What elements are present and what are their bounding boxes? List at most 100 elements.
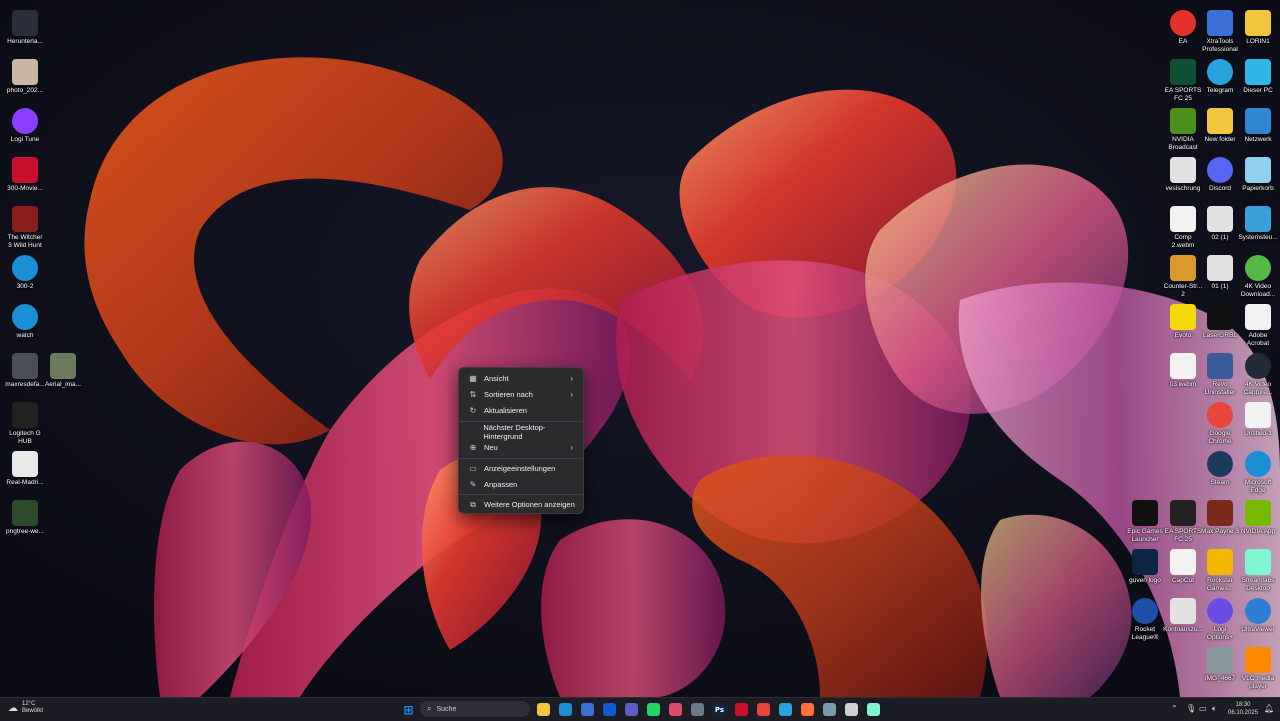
desktop-icon[interactable]: Evoto [1163, 304, 1203, 340]
teams-icon[interactable] [625, 703, 638, 716]
desktop-icon[interactable]: 03.webm [1163, 353, 1203, 389]
desktop-icon[interactable]: Logi Tune [5, 108, 45, 144]
adobe-icon[interactable] [735, 703, 748, 716]
desktop-icon[interactable]: NVIDIA Broadcast [1163, 108, 1203, 151]
desktop-icon[interactable]: photo_202... [5, 59, 45, 95]
desktop-icon[interactable]: New folder [1200, 108, 1240, 144]
desktop-icon[interactable]: NVIDIA App [1238, 500, 1278, 536]
desktop-icon[interactable]: Max Payne 3 [1200, 500, 1240, 536]
microphone-icon[interactable]: 🎙︎ [1186, 704, 1196, 713]
desktop-icon[interactable]: CapCut [1163, 549, 1203, 585]
desktop-icon-label: Kontoauszu... [1163, 626, 1203, 633]
desktop-icon[interactable]: Dieser PC [1238, 59, 1278, 95]
desktop-icon-label: Microsoft Edge [1244, 479, 1272, 494]
desktop-icon[interactable]: 300-Movie... [5, 157, 45, 193]
weather-widget[interactable]: ☁ 12°C Bewölkt [8, 701, 43, 715]
desktop-icon[interactable]: Netzwerk [1238, 108, 1278, 144]
image-thumbnail-icon [12, 451, 38, 477]
desktop-icon[interactable]: Rockstar Games... [1200, 549, 1240, 592]
file-explorer-icon[interactable] [537, 703, 550, 716]
desktop-icon[interactable]: 4K Video Capture... [1238, 353, 1278, 396]
desktop-icon[interactable]: Aerial_ima... [43, 353, 83, 389]
file-icon [1245, 402, 1271, 428]
photoshop-icon[interactable]: Ps [713, 703, 726, 716]
context-menu-item[interactable]: Nächster Desktop-Hintergrund [463, 423, 579, 441]
desktop-icon[interactable]: Herunterla... [5, 10, 45, 46]
photos-icon[interactable] [691, 703, 704, 716]
chrome-icon[interactable] [757, 703, 770, 716]
ai-app-icon[interactable] [823, 703, 836, 716]
desktop-icon[interactable]: 02 (1) [1200, 206, 1240, 242]
context-menu-item[interactable]: ⇅ Sortieren nach › [463, 387, 579, 402]
desktop-icon-label: Rockstar Games... [1206, 577, 1234, 592]
app-icon[interactable] [669, 703, 682, 716]
taskbar-search-box[interactable]: ⌕ Suche [420, 701, 530, 717]
context-menu-item[interactable]: ↻ Aktualisieren [463, 403, 579, 418]
desktop-icon[interactable]: LORIN1 [1238, 10, 1278, 46]
desktop-icon[interactable]: Papierkorb [1238, 157, 1278, 193]
desktop-icon[interactable]: Untitled-1 [1238, 402, 1278, 438]
context-menu-item[interactable]: ⊕ Neu › [463, 440, 579, 455]
store-icon[interactable] [581, 703, 594, 716]
context-menu-item[interactable]: ⧉ Weitere Optionen anzeigen [463, 497, 579, 512]
desktop-icon[interactable]: Telegram [1200, 59, 1240, 95]
desktop-icon[interactable]: Steam [1200, 451, 1240, 487]
lasergrbl-icon [1207, 304, 1233, 330]
clock[interactable]: 18:30 06.10.2025 [1228, 701, 1258, 717]
whatsapp-icon[interactable] [647, 703, 660, 716]
desktop-icon[interactable]: Streamlabs Desktop [1238, 549, 1278, 592]
ea-icon [1170, 10, 1196, 36]
desktop-icon[interactable]: Adobe Acrobat [1238, 304, 1278, 347]
counter-strike-icon [1170, 255, 1196, 281]
desktop-icon[interactable]: guven logo [1125, 549, 1165, 585]
desktop-icon[interactable]: pngtree-we... [5, 500, 45, 536]
notification-bell-icon[interactable]: 🔔︎ [1264, 704, 1274, 713]
context-menu-item[interactable]: ✎ Anpassen [463, 477, 579, 492]
context-menu-label: Anzeigeeinstellungen [484, 464, 556, 473]
chevron-up-icon[interactable]: ⌃ [1171, 704, 1178, 713]
windows-start-icon[interactable]: ⊞ [402, 703, 415, 717]
desktop-icon[interactable]: Revo Uninstaller [1200, 353, 1240, 396]
desktop-icon[interactable]: 01 (1) [1200, 255, 1240, 291]
chatgpt-icon[interactable] [845, 703, 858, 716]
desktop-icon[interactable]: Epic Games Launcher [1125, 500, 1165, 543]
network-icon[interactable]: ▭ [1199, 704, 1207, 713]
desktop-icon[interactable]: Systemsteu... [1238, 206, 1278, 242]
desktop-icon[interactable]: Rocket League® [1125, 598, 1165, 641]
firefox-icon[interactable] [801, 703, 814, 716]
desktop-icon[interactable]: Real-Madri... [5, 451, 45, 487]
desktop-icon[interactable]: XtraTools Professional [1200, 10, 1240, 53]
desktop-icon[interactable]: Logitech G HUB [5, 402, 45, 445]
outlook-icon[interactable] [603, 703, 616, 716]
desktop-icon[interactable]: watch [5, 304, 45, 340]
context-menu-item[interactable]: ▦ Ansicht › [463, 371, 579, 386]
download-icon [12, 10, 38, 36]
desktop-icon[interactable]: 300-2 [5, 255, 45, 291]
desktop-icon[interactable]: UltraViewer [1238, 598, 1278, 634]
desktop-icon[interactable]: EA [1163, 10, 1203, 46]
desktop-icon[interactable]: Kontoauszu... [1163, 598, 1203, 634]
desktop-icon[interactable]: Discord [1200, 157, 1240, 193]
desktop-icon[interactable]: VLC media player [1238, 647, 1278, 690]
desktop-icon[interactable]: Comp 2.webm [1163, 206, 1203, 249]
streamlabs-icon[interactable] [867, 703, 880, 716]
nvidia-icon [1245, 500, 1271, 526]
desktop-icon[interactable]: Microsoft Edge [1238, 451, 1278, 494]
telegram-icon[interactable] [779, 703, 792, 716]
desktop-icon[interactable]: vesischrung [1163, 157, 1203, 193]
desktop-icon[interactable]: EA SPORTS FC 25 [1163, 59, 1203, 102]
desktop-icon[interactable]: EA SPORTS FC 25 [1163, 500, 1203, 543]
clock-date: 06.10.2025 [1228, 710, 1259, 716]
menu-separator [459, 494, 583, 495]
desktop-icon[interactable]: maxresdefa... [5, 353, 45, 389]
desktop-icon[interactable]: Google Chrome [1200, 402, 1240, 445]
desktop-icon[interactable]: 4K Video Download... [1238, 255, 1278, 298]
desktop-icon[interactable]: LaserGRBL [1200, 304, 1240, 340]
volume-icon[interactable]: 🔈︎ [1212, 704, 1217, 714]
edge-icon[interactable] [559, 703, 572, 716]
desktop-icon[interactable]: IMG_4667 [1200, 647, 1240, 683]
context-menu-item[interactable]: ▭ Anzeigeeinstellungen [463, 461, 579, 476]
desktop-icon[interactable]: Counter-Str... 2 [1163, 255, 1203, 298]
desktop-icon[interactable]: Logi Options+ [1200, 598, 1240, 641]
desktop-icon[interactable]: The Witcher 3 Wild Hunt [5, 206, 45, 249]
